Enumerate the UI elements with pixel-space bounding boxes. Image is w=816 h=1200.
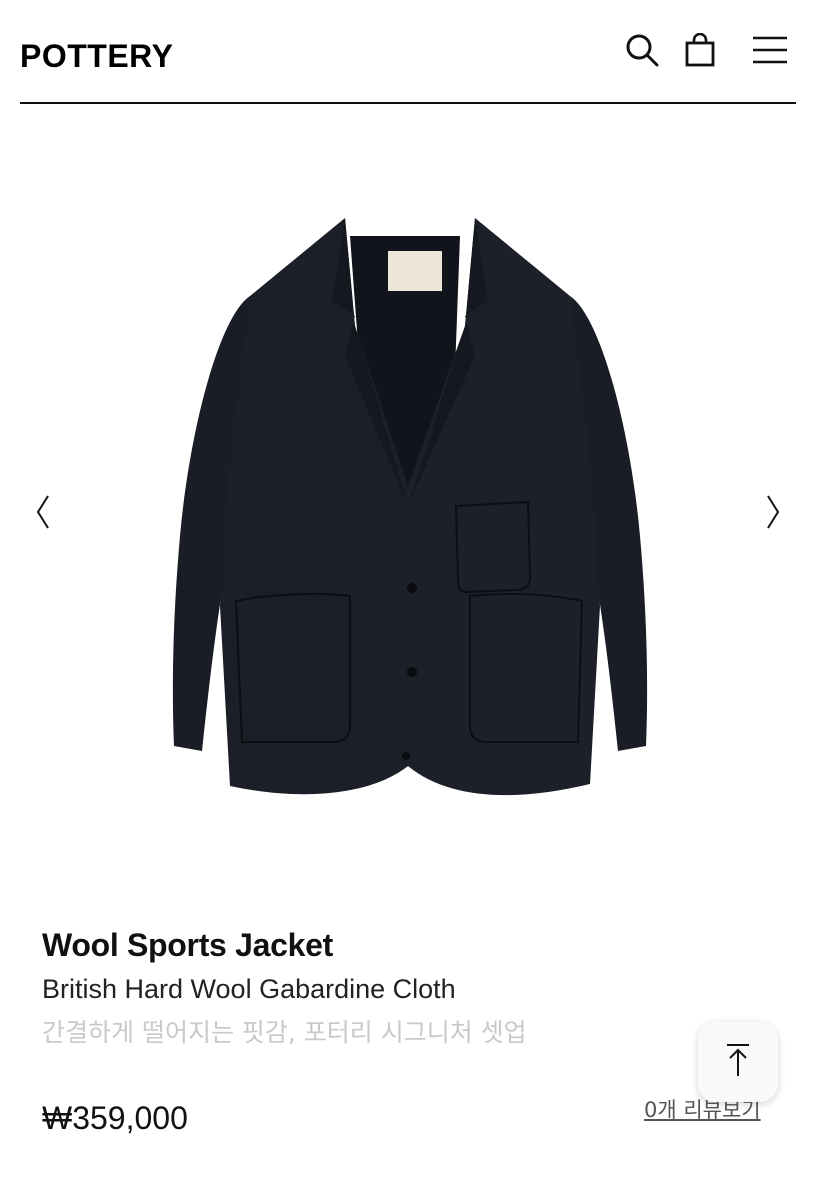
- product-title: Wool Sports Jacket: [42, 927, 333, 963]
- product-subtitle: British Hard Wool Gabardine Cloth: [42, 974, 456, 1004]
- chevron-left-icon[interactable]: [28, 492, 58, 532]
- product-description: 간결하게 떨어지는 핏감, 포터리 시그니처 셋업: [42, 1018, 527, 1047]
- arrow-up-to-top-icon: [723, 1042, 753, 1083]
- shopping-bag-icon[interactable]: [680, 30, 720, 70]
- scroll-to-top-button[interactable]: [698, 1022, 778, 1102]
- chevron-right-icon[interactable]: [758, 492, 788, 532]
- product-info: Wool Sports Jacket British Hard Wool Gab…: [42, 925, 782, 1051]
- hamburger-menu-icon[interactable]: [750, 30, 790, 70]
- brand-logo[interactable]: POTTERY: [20, 38, 173, 75]
- product-image: [172, 218, 648, 796]
- site-header: POTTERY: [20, 0, 796, 104]
- product-image-carousel[interactable]: [0, 106, 816, 906]
- search-icon[interactable]: [622, 30, 662, 70]
- product-price: ₩359,000: [42, 1100, 188, 1136]
